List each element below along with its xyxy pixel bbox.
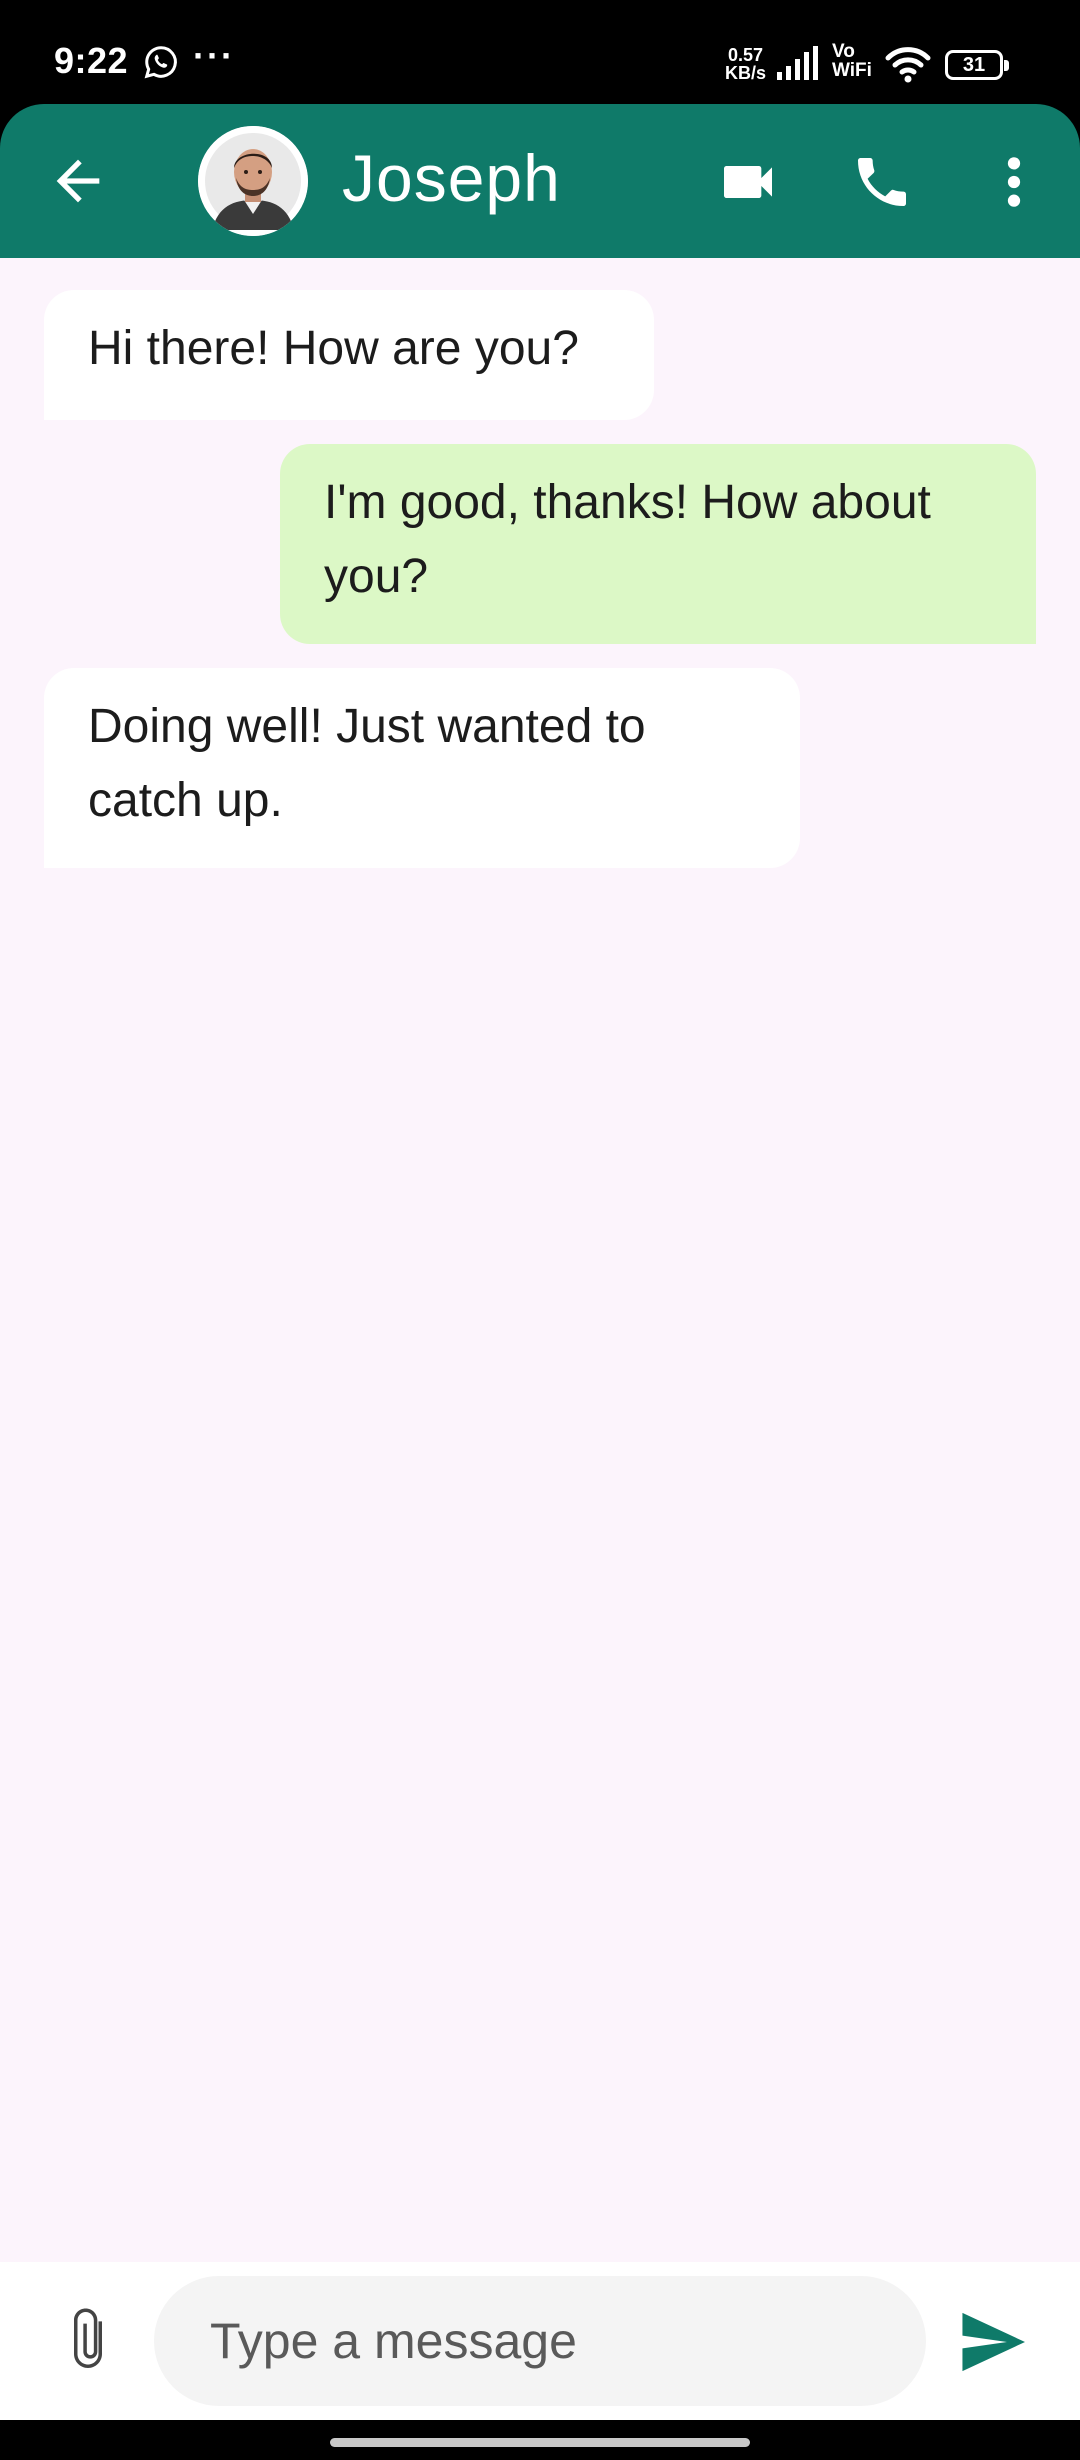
vowifi-bottom: WiFi <box>832 60 872 81</box>
message-bubble-incoming[interactable]: Hi there! How are you? <box>44 290 654 420</box>
wifi-icon <box>885 47 931 83</box>
message-bubble-incoming[interactable]: Doing well! Just wanted to catch up. <box>44 668 800 868</box>
message-list-empty-space[interactable] <box>0 1264 1080 2262</box>
message-input[interactable] <box>154 2276 926 2406</box>
status-time: 9:22 <box>54 40 129 81</box>
navigation-bar <box>0 2420 1080 2460</box>
chat-header: Joseph <box>0 104 1080 258</box>
home-indicator[interactable] <box>330 2438 750 2447</box>
paperclip-icon[interactable] <box>60 2304 116 2376</box>
message-bubble-outgoing[interactable]: I'm good, thanks! How about you? <box>280 444 1036 644</box>
vowifi-indicator: Vo WiFi <box>832 42 872 80</box>
cell-signal-icon <box>777 46 818 80</box>
send-icon[interactable] <box>958 2310 1028 2374</box>
video-camera-icon[interactable] <box>716 150 780 214</box>
message-text: Doing well! Just wanted to catch up. <box>88 700 646 827</box>
back-arrow-icon[interactable] <box>46 149 110 213</box>
vowifi-top: Vo <box>832 41 855 62</box>
status-bar: 9:22 ··· 0.57 KB/s Vo WiFi 31 <box>0 0 1080 104</box>
message-text: Hi there! How are you? <box>88 322 579 375</box>
network-speed: 0.57 KB/s <box>725 46 766 82</box>
message-text: I'm good, thanks! How about you? <box>324 476 931 603</box>
contact-name[interactable]: Joseph <box>342 140 561 216</box>
battery-indicator: 31 <box>945 50 1009 80</box>
more-vert-icon[interactable] <box>1000 150 1028 214</box>
whatsapp-notification-icon <box>144 46 177 79</box>
avatar-photo <box>198 126 308 236</box>
chat-screen: 9:22 ··· 0.57 KB/s Vo WiFi 31 Joseph Hi … <box>0 0 1080 2460</box>
message-composer <box>0 2262 1080 2420</box>
phone-icon[interactable] <box>850 150 914 214</box>
contact-avatar[interactable] <box>198 126 308 236</box>
network-speed-unit: KB/s <box>725 63 767 83</box>
message-list[interactable]: Hi there! How are you? I'm good, thanks!… <box>0 258 1080 1264</box>
network-speed-value: 0.57 <box>727 45 764 65</box>
status-more-indicator: ··· <box>193 35 235 76</box>
